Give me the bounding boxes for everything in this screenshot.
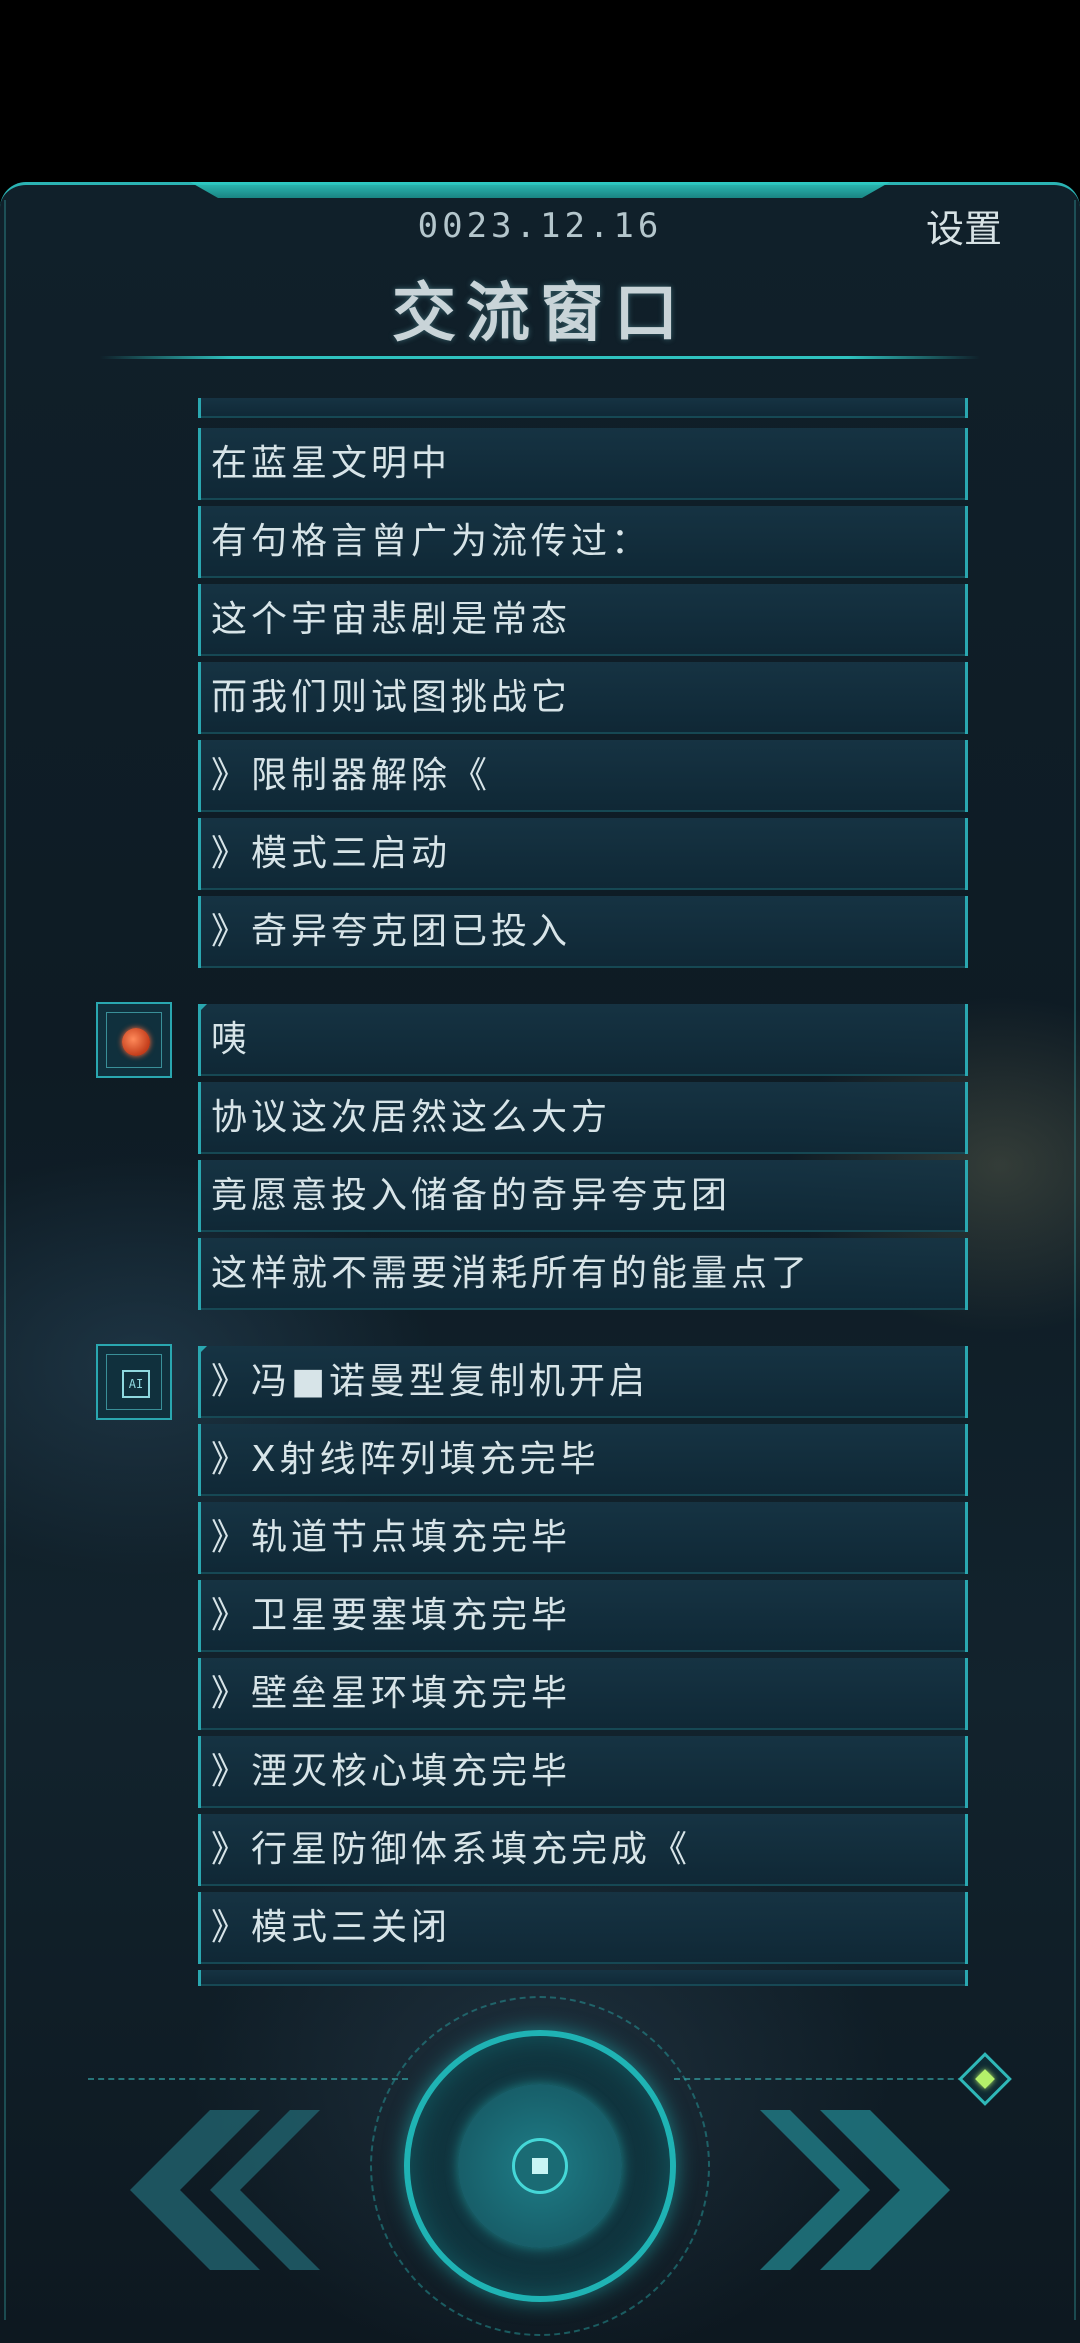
chat-log[interactable]: 在蓝星文明中 有句格言曾广为流传过： 这个宇宙悲剧是常态 而我们则试图挑战它 》… bbox=[0, 398, 1080, 1986]
ai-chip-avatar-icon[interactable]: AI bbox=[96, 1344, 172, 1420]
message-bubble-clipped bbox=[198, 398, 968, 418]
ai-chip-icon: AI bbox=[122, 1370, 150, 1398]
control-divider-right bbox=[674, 2078, 974, 2080]
message-bubble: 》奇异夸克团已投入 bbox=[198, 896, 968, 968]
message-bubble: 》壁垒星环填充完毕 bbox=[198, 1658, 968, 1730]
control-divider-left bbox=[88, 2078, 408, 2080]
message-bubble: 这样就不需要消耗所有的能量点了 bbox=[198, 1238, 968, 1310]
message-bubble: 》限制器解除《 bbox=[198, 740, 968, 812]
double-right-arrow-icon[interactable] bbox=[760, 2110, 980, 2270]
message-bubble: 》轨道节点填充完毕 bbox=[198, 1502, 968, 1574]
message-bubble: 》行星防御体系填充完成《 bbox=[198, 1814, 968, 1886]
title-divider bbox=[100, 356, 980, 359]
message-text: 》冯■诺曼型复制机开启 bbox=[211, 1361, 650, 1402]
page-title: 交流窗口 bbox=[392, 277, 688, 351]
message-bubble: 竟愿意投入储备的奇异夸克团 bbox=[198, 1160, 968, 1232]
message-bubble-clipped bbox=[198, 1970, 968, 1986]
stop-square-icon bbox=[532, 2158, 548, 2174]
orange-core-icon bbox=[122, 1028, 150, 1056]
message-bubble: 》卫星要塞填充完毕 bbox=[198, 1580, 968, 1652]
message-bubble: 协议这次居然这么大方 bbox=[198, 1082, 968, 1154]
message-bubble: 》模式三启动 bbox=[198, 818, 968, 890]
orange-core-avatar-icon[interactable] bbox=[96, 1002, 172, 1078]
double-left-arrow-icon[interactable] bbox=[100, 2110, 320, 2270]
status-area bbox=[0, 0, 1080, 182]
message-bubble: 》冯■诺曼型复制机开启 bbox=[198, 1346, 968, 1418]
message-bubble: 》模式三关闭 bbox=[198, 1892, 968, 1964]
message-bubble: 而我们则试图挑战它 bbox=[198, 662, 968, 734]
message-bubble: 在蓝星文明中 bbox=[198, 428, 968, 500]
date-label: 0023.12.16 bbox=[417, 206, 663, 246]
message-text: 咦 bbox=[211, 1019, 252, 1060]
message-bubble: 》X射线阵列填充完毕 bbox=[198, 1424, 968, 1496]
message-bubble: 咦 bbox=[198, 1004, 968, 1076]
message-bubble: 有句格言曾广为流传过： bbox=[198, 506, 968, 578]
settings-button[interactable]: 设置 bbox=[926, 198, 1002, 253]
gem-icon bbox=[975, 2069, 995, 2089]
message-bubble: 》湮灭核心填充完毕 bbox=[198, 1736, 968, 1808]
message-bubble: 这个宇宙悲剧是常态 bbox=[198, 584, 968, 656]
panel-top-tab bbox=[190, 182, 890, 198]
